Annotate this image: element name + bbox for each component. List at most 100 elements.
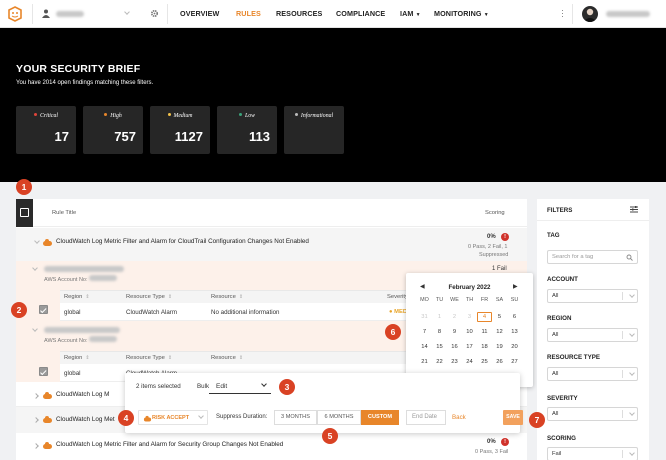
calendar-day[interactable]: 14 (417, 342, 432, 352)
user-icon (42, 9, 50, 18)
severity-select[interactable]: All (547, 407, 638, 421)
rule-title[interactable]: CloudWatch Log Met (56, 416, 115, 423)
rule-summary: 0 Pass, 3 Fail (475, 449, 509, 455)
col-rule-title[interactable]: Rule Title (52, 210, 76, 216)
col-region[interactable]: Region ⇕ (64, 355, 90, 361)
calendar-day[interactable]: 27 (507, 357, 522, 367)
calendar-day[interactable]: 24 (462, 357, 477, 367)
nav-iam[interactable]: IAM ▼ (400, 9, 421, 18)
calendar-day[interactable]: 12 (492, 327, 507, 337)
gear-icon[interactable] (150, 9, 159, 18)
calendar-day[interactable]: 20 (507, 342, 522, 352)
account-select[interactable]: All (547, 289, 638, 303)
calendar-day[interactable]: 8 (432, 327, 447, 337)
calendar-day[interactable]: 6 (507, 312, 522, 322)
nav-divider (32, 4, 33, 24)
chevron-right-icon[interactable] (33, 443, 39, 449)
rule-title[interactable]: CloudWatch Log M (56, 391, 109, 398)
chevron-down-icon[interactable] (32, 265, 38, 271)
filter-settings-icon[interactable] (630, 206, 638, 213)
calendar-day[interactable]: 10 (462, 327, 477, 337)
nav-monitoring[interactable]: MONITORING ▼ (434, 9, 489, 18)
col-scoring[interactable]: Scoring (485, 210, 505, 216)
calendar-day[interactable]: 5 (492, 312, 507, 322)
logo-icon[interactable] (7, 6, 23, 22)
save-button[interactable]: SAVE (503, 410, 523, 425)
calendar-day[interactable]: 15 (432, 342, 447, 352)
severity-value: All (552, 411, 559, 417)
nav-compliance[interactable]: COMPLIANCE (336, 9, 385, 18)
stat-low[interactable]: Low 113 (217, 106, 277, 154)
region-select[interactable]: All (547, 328, 638, 342)
resource-type-select[interactable]: All (547, 367, 638, 381)
date-picker: ◀ February 2022 ▶ MO TU WE TH FR SA SU 3… (406, 273, 533, 387)
calendar-day-selected[interactable]: 4 (477, 312, 492, 322)
sort-icon: ⇕ (85, 294, 90, 300)
table-row[interactable]: CloudWatch Log Metric Filter and Alarm f… (16, 435, 527, 460)
col-severity[interactable]: Severity (387, 294, 408, 300)
col-resource-type[interactable]: Resource Type ⇕ (126, 355, 172, 361)
next-month-icon[interactable]: ▶ (513, 283, 518, 290)
calendar-day[interactable]: 18 (477, 342, 492, 352)
calendar-day[interactable]: 25 (477, 357, 492, 367)
calendar-day[interactable]: 22 (432, 357, 447, 367)
kebab-menu-icon[interactable]: · · · (561, 6, 564, 21)
calendar-day[interactable]: 21 (417, 357, 432, 367)
calendar-day[interactable]: 1 (432, 312, 447, 322)
account-name[interactable] (56, 11, 84, 19)
calendar-day[interactable]: 16 (447, 342, 462, 352)
select-all-checkbox[interactable] (20, 208, 29, 217)
calendar-day[interactable]: 23 (447, 357, 462, 367)
security-brief-banner (0, 28, 666, 182)
calendar-day[interactable]: 11 (477, 327, 492, 337)
row-checkbox[interactable] (39, 367, 48, 376)
avatar[interactable] (582, 6, 598, 22)
calendar-day[interactable]: 13 (507, 327, 522, 337)
nav-overview[interactable]: OVERVIEW (180, 9, 219, 18)
user-name[interactable] (606, 11, 650, 19)
table-row[interactable]: CloudWatch Log Metric Filter and Alarm f… (16, 228, 527, 261)
cell-resource: No additional information (211, 309, 280, 316)
chevron-right-icon[interactable] (33, 417, 39, 423)
calendar-day[interactable]: 3 (462, 312, 477, 322)
chevron-down-icon[interactable] (34, 238, 40, 244)
nav-rules[interactable]: RULES (236, 9, 261, 18)
stat-critical[interactable]: Critical 17 (16, 106, 76, 154)
col-region[interactable]: Region ⇕ (64, 294, 90, 300)
nav-resources[interactable]: RESOURCES (276, 9, 322, 18)
duration-3-months[interactable]: 3 MONTHS (274, 410, 317, 425)
rule-title[interactable]: CloudWatch Log Metric Filter and Alarm f… (56, 238, 309, 245)
back-link[interactable]: Back (452, 414, 466, 421)
scoring-select[interactable]: Fail (547, 447, 638, 460)
calendar-day[interactable]: 17 (462, 342, 477, 352)
stat-medium[interactable]: Medium 1127 (150, 106, 210, 154)
calendar-day[interactable]: 9 (447, 327, 462, 337)
calendar-day[interactable]: 2 (447, 312, 462, 322)
select-all-cell[interactable] (16, 199, 33, 227)
account-number: AWS Account No: (44, 336, 118, 344)
stat-high[interactable]: High 757 (83, 106, 143, 154)
calendar-day[interactable]: 7 (417, 327, 432, 337)
col-resource[interactable]: Resource ⇕ (211, 294, 243, 300)
tag-search-input[interactable]: Search for a tag (547, 250, 638, 264)
account-name (44, 266, 124, 274)
bulk-action-select[interactable]: Edit (209, 379, 271, 394)
rule-title[interactable]: CloudWatch Log Metric Filter and Alarm f… (56, 441, 283, 448)
sort-icon: ⇕ (85, 355, 90, 361)
col-resource[interactable]: Resource ⇕ (211, 355, 243, 361)
chevron-right-icon[interactable] (33, 393, 39, 399)
filter-account-label: ACCOUNT (547, 276, 578, 283)
col-resource-type[interactable]: Resource Type ⇕ (126, 294, 172, 300)
risk-accept-dropdown[interactable]: RISK ACCEPT (138, 410, 208, 425)
stat-label: Low (245, 113, 255, 119)
duration-custom[interactable]: CUSTOM (361, 410, 399, 425)
stat-informational[interactable]: Informational 391 (284, 106, 344, 154)
calendar-day[interactable]: 19 (492, 342, 507, 352)
duration-6-months[interactable]: 6 MONTHS (317, 410, 361, 425)
calendar-day[interactable]: 26 (492, 357, 507, 367)
scoring-value: Fail (552, 451, 562, 457)
chevron-down-icon[interactable] (32, 326, 38, 332)
row-checkbox[interactable] (39, 305, 48, 314)
calendar-day[interactable]: 31 (417, 312, 432, 322)
end-date-input[interactable]: End Date (406, 410, 446, 425)
